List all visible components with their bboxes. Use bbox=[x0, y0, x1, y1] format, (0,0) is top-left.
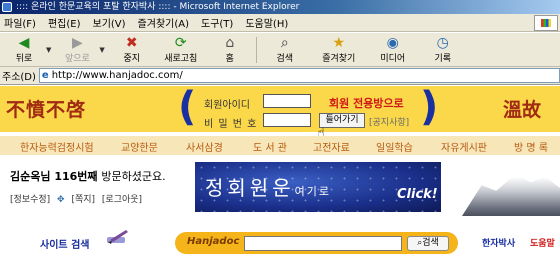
welcome-name: 김순옥님 bbox=[10, 170, 51, 183]
back-dropdown-icon[interactable]: ▼ bbox=[46, 46, 51, 54]
nav-library[interactable]: 도 서 관 bbox=[253, 139, 287, 154]
welcome-message: 김순옥님 116번째 방문하셨군요. bbox=[10, 168, 166, 184]
banner-text: 정회원운여기로 bbox=[205, 176, 331, 200]
brush-icon bbox=[107, 230, 128, 244]
menu-help[interactable]: 도움말(H) bbox=[245, 15, 288, 30]
refresh-button[interactable]: ⟳ 새로고침 bbox=[155, 34, 207, 66]
user-links: [정보수정] ✥ [쪽지] [로그아웃] bbox=[10, 192, 146, 205]
back-arrow-icon: ◀ bbox=[18, 35, 30, 51]
menu-favorites[interactable]: 즐겨찾기(A) bbox=[138, 15, 189, 30]
history-icon: ◷ bbox=[436, 35, 449, 51]
windows-flag-icon bbox=[534, 15, 558, 31]
nav-guestbook[interactable]: 방 명 록 bbox=[514, 139, 548, 154]
site-logo-left[interactable]: 不憤不啓 bbox=[6, 95, 86, 122]
membership-banner[interactable]: 정회원운여기로 Click! bbox=[195, 162, 441, 212]
site-search-button[interactable]: ⌕검색 bbox=[407, 236, 449, 251]
media-icon: ◉ bbox=[386, 35, 399, 51]
welcome-rest: 방문하셨군요. bbox=[101, 170, 166, 183]
page-content: 不憤不啓 ( 회원아이디 회원 전용방으로 비 밀 번 호 들어가기 [공지사항… bbox=[0, 86, 560, 260]
site-search-box: Hanjadoc ⌕검색 bbox=[175, 232, 458, 254]
history-button[interactable]: ◷ 기록 bbox=[418, 34, 468, 66]
toolbar-separator bbox=[255, 36, 257, 63]
nav-culture-hanmun[interactable]: 교양한문 bbox=[121, 139, 158, 154]
address-input[interactable]: e http://www.hanjadoc.com/ bbox=[38, 68, 560, 83]
favorites-button[interactable]: ★ 즐겨찾기 bbox=[310, 34, 368, 66]
toolbar: ◀ 뒤로 ▼ ▶ 앞으로 ▼ ✖ 중지 ⟳ 새로고침 ⌂ 홈 ⌕ 검색 ★ 즐겨… bbox=[0, 33, 560, 67]
password-input[interactable] bbox=[263, 113, 311, 127]
menu-bar: 파일(F) 편집(E) 보기(V) 즐겨찾기(A) 도구(T) 도움말(H) bbox=[0, 14, 560, 32]
nav-four-books[interactable]: 사서삼경 bbox=[186, 139, 223, 154]
forward-arrow-icon: ▶ bbox=[72, 35, 83, 51]
member-id-label: 회원아이디 bbox=[204, 100, 250, 111]
site-header: 不憤不啓 ( 회원아이디 회원 전용방으로 비 밀 번 호 들어가기 [공지사항… bbox=[0, 86, 560, 141]
menu-view[interactable]: 보기(V) bbox=[93, 15, 126, 30]
address-url: http://www.hanjadoc.com/ bbox=[51, 70, 183, 81]
search-icon: ⌕ bbox=[280, 35, 289, 51]
menu-edit[interactable]: 편집(E) bbox=[48, 15, 81, 30]
hanjadoc-link[interactable]: 한자박사 bbox=[482, 236, 515, 249]
menu-file[interactable]: 파일(F) bbox=[4, 15, 36, 30]
notice-link[interactable]: [공지사항] bbox=[369, 115, 409, 128]
window-title-bar: :::: 온라인 한문교육의 포탈 한자박사 :::: - Microsoft … bbox=[0, 0, 560, 14]
forward-dropdown-icon[interactable]: ▼ bbox=[99, 46, 104, 54]
refresh-icon: ⟳ bbox=[174, 35, 187, 51]
banner-click-text: Click! bbox=[397, 187, 438, 202]
home-button[interactable]: ⌂ 홈 bbox=[207, 34, 253, 66]
mountain-image bbox=[462, 174, 560, 216]
page-icon: e bbox=[41, 70, 49, 81]
member-id-input[interactable] bbox=[263, 94, 311, 108]
right-bracket-decoration: ) bbox=[420, 86, 439, 130]
nav-classics[interactable]: 고전자료 bbox=[313, 139, 350, 154]
search-brand: Hanjadoc bbox=[187, 236, 240, 247]
forward-button[interactable]: ▶ 앞으로 bbox=[55, 34, 99, 66]
visit-count: 116번째 bbox=[54, 170, 98, 183]
address-bar: 주소(D) e http://www.hanjadoc.com/ bbox=[0, 67, 560, 85]
favorites-star-icon: ★ bbox=[332, 35, 346, 51]
stop-icon: ✖ bbox=[125, 35, 138, 51]
help-link[interactable]: 도움말 bbox=[530, 236, 555, 249]
media-button[interactable]: ◉ 미디어 bbox=[368, 34, 418, 66]
logout-link[interactable]: [로그아웃] bbox=[102, 195, 142, 205]
login-button[interactable]: 들어가기 bbox=[319, 113, 365, 128]
left-bracket-decoration: ( bbox=[178, 86, 197, 130]
edit-info-link[interactable]: [정보수정] bbox=[10, 195, 50, 205]
back-button[interactable]: ◀ 뒤로 bbox=[2, 34, 46, 66]
address-label: 주소(D) bbox=[2, 72, 36, 83]
menu-tools[interactable]: 도구(T) bbox=[201, 15, 233, 30]
site-logo-right: 溫故 bbox=[503, 99, 542, 121]
nav-free-board[interactable]: 자유게시판 bbox=[441, 139, 487, 154]
message-icon: ✥ bbox=[57, 195, 65, 205]
nav-hanja-exam[interactable]: 한자능력검정시험 bbox=[20, 139, 94, 154]
stop-button[interactable]: ✖ 중지 bbox=[109, 34, 155, 66]
search-button[interactable]: ⌕ 검색 bbox=[260, 34, 310, 66]
home-icon: ⌂ bbox=[225, 35, 235, 51]
window-title: :::: 온라인 한문교육의 포탈 한자박사 :::: - Microsoft … bbox=[16, 2, 300, 12]
site-search-label: 사이트 검색 bbox=[40, 240, 90, 251]
nav-daily-study[interactable]: 일일학습 bbox=[376, 139, 413, 154]
members-only-text: 회원 전용방으로 bbox=[329, 97, 404, 110]
messages-link[interactable]: [쪽지] bbox=[71, 195, 95, 205]
ie-app-icon bbox=[2, 2, 12, 12]
password-label: 비 밀 번 호 bbox=[204, 119, 258, 130]
main-nav: 한자능력검정시험 교양한문 사서삼경 도 서 관 고전자료 일일학습 자유게시판… bbox=[0, 136, 560, 155]
site-search-input[interactable] bbox=[244, 236, 402, 251]
